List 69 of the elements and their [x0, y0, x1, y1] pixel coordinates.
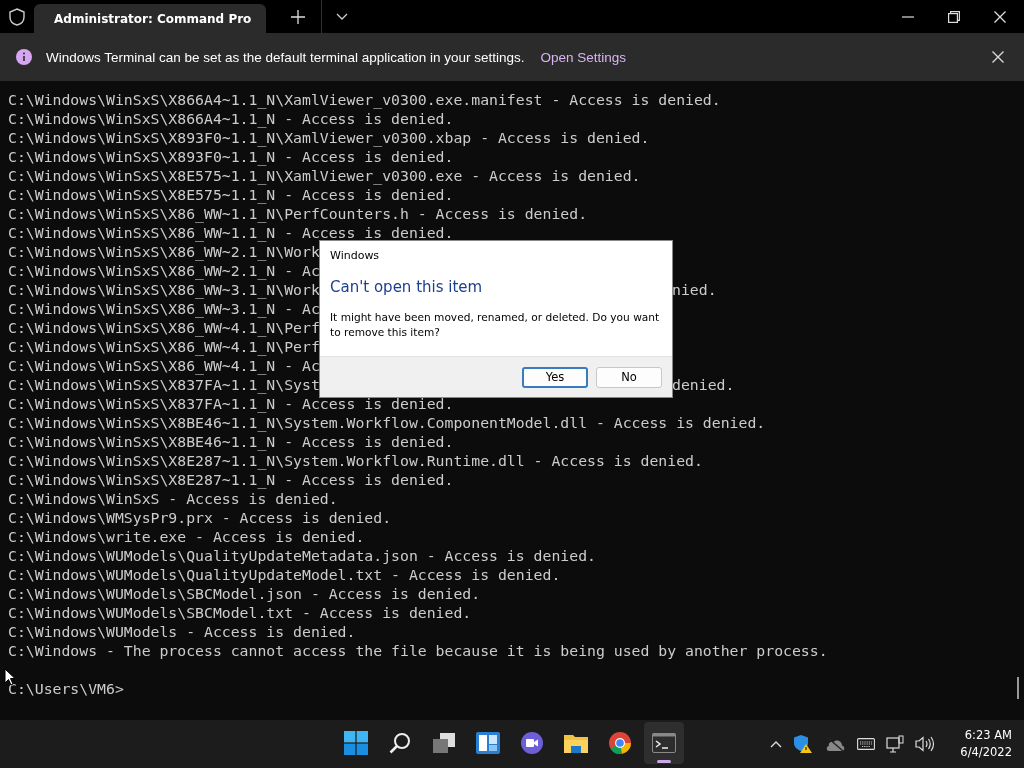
- network-icon[interactable]: [886, 735, 905, 753]
- start-icon: [344, 731, 368, 755]
- terminal-line: C:\Windows\WUModels\SBCModel.json - Access is denied.: [8, 584, 481, 603]
- terminal-line: C:\Windows\WinSxS\X86_WW~3.1_N\Work: [8, 280, 320, 299]
- terminal-line: denied.: [672, 375, 735, 394]
- new-tab-icon[interactable]: [291, 9, 305, 24]
- terminal-line: C:\Windows - The process cannot access the file because it is being used by another process.: [8, 641, 828, 660]
- minimize-icon[interactable]: [902, 15, 914, 18]
- terminal-line: C:\Windows\WinSxS\X837FA~1.1_N - Access is denied.: [8, 394, 454, 413]
- taskbar-app[interactable]: [644, 722, 684, 764]
- terminal-line: C:\Windows\WinSxS\X86_WW~4.1_N\Perf: [8, 318, 320, 337]
- terminal-line: C:\Windows\WinSxS\X86_WW~2.1_N\Work: [8, 242, 320, 261]
- dialog-message: It might have been moved, renamed, or deleted. Do you want to remove this item?: [330, 310, 661, 340]
- dialog-heading: Can't open this item: [330, 278, 484, 296]
- terminal-line: C:\Windows\WinSxS\X8E575~1.1_N\XamlViewer_v0300.exe - Access is denied.: [8, 166, 641, 185]
- folder-icon: [563, 732, 589, 754]
- terminal-line: C:\Windows\WinSxS\X893F0~1.1_N\XamlViewer_v0300.xbap - Access is denied.: [8, 128, 650, 147]
- open-settings-link[interactable]: Open Settings: [540, 49, 627, 65]
- terminal-line: C:\Windows\WinSxS\X8E575~1.1_N - Access is denied.: [8, 185, 454, 204]
- speaker-icon[interactable]: [915, 736, 936, 752]
- maximize-icon[interactable]: [948, 10, 960, 23]
- dialog-title: Windows: [330, 249, 381, 262]
- terminal-line: C:\Windows\WUModels\SBCModel.txt - Access is denied.: [8, 603, 472, 622]
- keyboard-icon[interactable]: [857, 738, 876, 750]
- terminal-line: C:\Windows\WinSxS\X8BE46~1.1_N\System.Workflow.ComponentModel.dll - Access is denied.: [8, 413, 766, 432]
- widgets-icon: [476, 732, 500, 754]
- terminal-line: C:\Windows\WinSxS\X8E287~1.1_N\System.Workflow.Runtime.dll - Access is denied.: [8, 451, 703, 470]
- terminal-line: C:\Windows\write.exe - Access is denied.: [8, 527, 365, 546]
- clock-time: 6:23 AM: [964, 727, 1012, 744]
- terminal-line: nied.: [672, 280, 717, 299]
- close-icon[interactable]: [994, 10, 1006, 23]
- mouse-pointer-icon: [4, 668, 16, 686]
- terminal-line: C:\Windows\WinSxS\X86_WW~2.1_N - Ac: [8, 261, 320, 280]
- security-warning-icon[interactable]: [793, 734, 814, 754]
- info-icon: [16, 49, 32, 65]
- search-icon: [389, 732, 411, 754]
- clock-date: 6/4/2022: [960, 744, 1012, 761]
- chevron-down-icon[interactable]: [336, 12, 348, 21]
- terminal-line: C:\Windows\WinSxS\X86_WW~1.1_N\PerfCounters.h - Access is denied.: [8, 204, 588, 223]
- terminal-line: C:\Windows\WinSxS\X866A4~1.1_N - Access is denied.: [8, 109, 454, 128]
- terminal-line: C:\Windows\WinSxS\X866A4~1.1_N\XamlViewer_v0300.exe.manifest - Access is denied.: [8, 90, 721, 109]
- terminal-line: C:\Windows\WinSxS\X86_WW~1.1_N - Access is denied.: [8, 223, 454, 242]
- video-chat-icon: [520, 731, 544, 755]
- terminal-tab[interactable]: Administrator: Command Pro: [34, 4, 266, 33]
- chevron-up-icon[interactable]: [770, 740, 783, 748]
- shield-icon: [9, 7, 25, 26]
- no-button[interactable]: No: [596, 366, 662, 388]
- terminal-line: C:\Windows\WUModels\QualityUpdateModel.txt - Access is denied.: [8, 565, 561, 584]
- terminal-line: C:\Windows\WinSxS\X893F0~1.1_N - Access is denied.: [8, 147, 454, 166]
- info-message: Windows Terminal can be set as the default terminal application in your settings.: [46, 49, 525, 65]
- task-view-icon: [432, 732, 456, 754]
- terminal-line: C:\Windows\WinSxS\X86_WW~4.1_N\Perf: [8, 337, 320, 356]
- terminal-line: C:\Windows\WinSxS\X8BE46~1.1_N - Access is denied.: [8, 432, 454, 451]
- terminal-line: C:\Windows\WUModels\QualityUpdateMetadata.json - Access is denied.: [8, 546, 596, 565]
- scrollbar-thumb[interactable]: [1017, 677, 1019, 699]
- terminal-line: C:\Windows\WMSysPr9.prx - Access is denied.: [8, 508, 392, 527]
- cloud-off-icon[interactable]: [824, 736, 847, 752]
- terminal-line: C:\Windows\WinSxS - Access is denied.: [8, 489, 338, 508]
- clock[interactable]: 6:23 AM 6/4/2022: [960, 727, 1012, 761]
- close-icon[interactable]: [992, 51, 1004, 63]
- terminal-icon: [652, 733, 676, 753]
- terminal-line: C:\Windows\WUModels - Access is denied.: [8, 622, 356, 641]
- browser-icon: [608, 731, 632, 755]
- terminal-line: C:\Windows\WinSxS\X837FA~1.1_N\Syst: [8, 375, 320, 394]
- terminal-line: C:\Windows\WinSxS\X86_WW~3.1_N - Ac: [8, 299, 320, 318]
- terminal-line: C:\Users\VM6>: [8, 679, 124, 698]
- yes-button[interactable]: Yes: [522, 366, 588, 388]
- terminal-line: C:\Windows\WinSxS\X8E287~1.1_N - Access is denied.: [8, 470, 454, 489]
- terminal-line: C:\Windows\WinSxS\X86_WW~4.1_N - Ac: [8, 356, 320, 375]
